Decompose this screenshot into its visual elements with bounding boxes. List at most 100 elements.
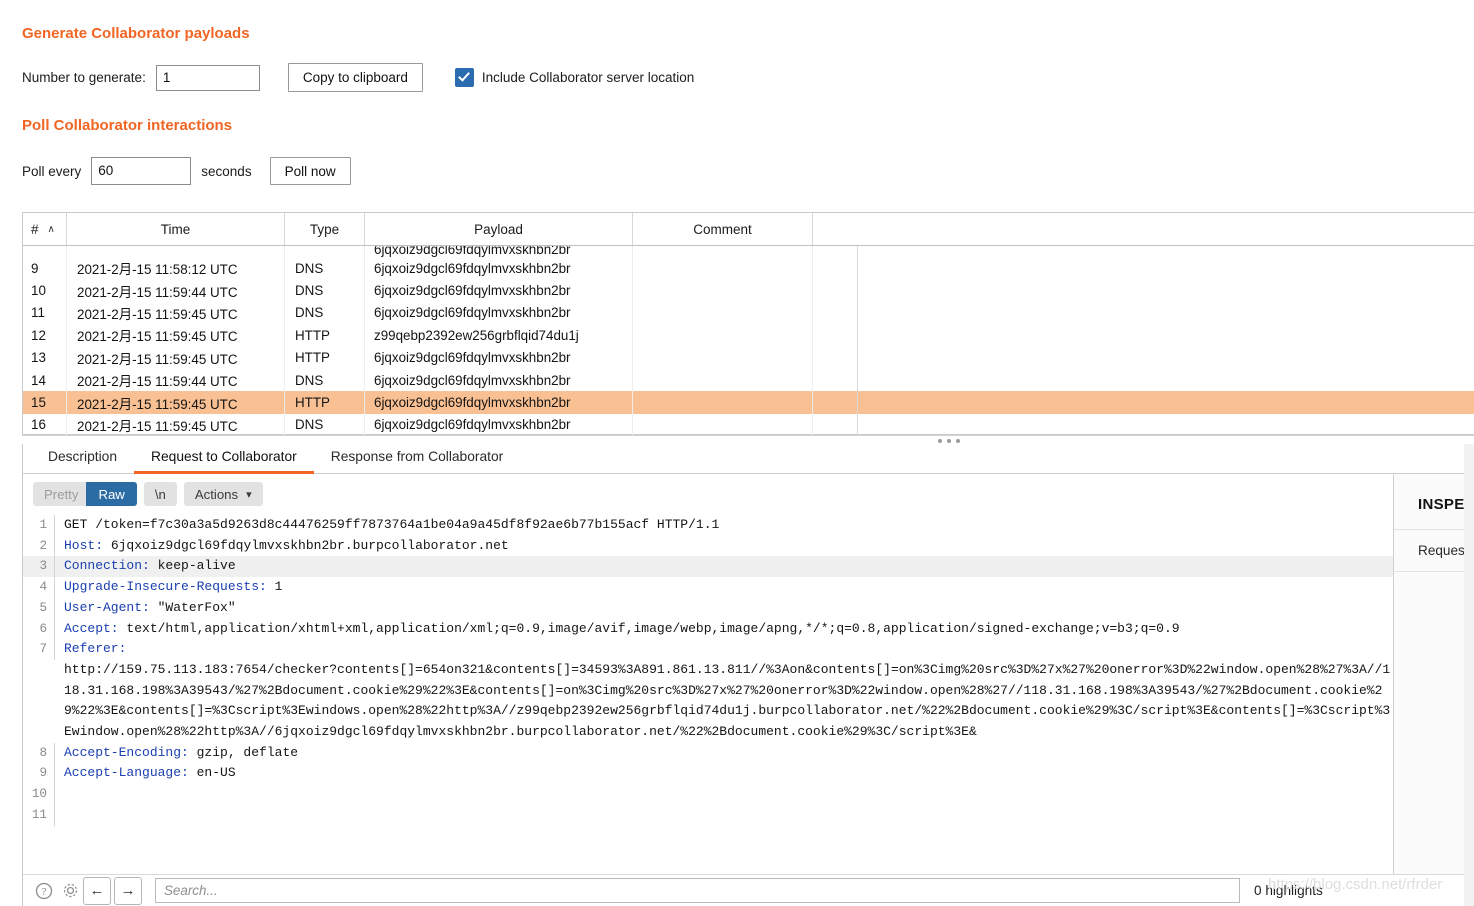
line-number: 3	[23, 556, 55, 578]
row-cell-number: 10	[23, 279, 67, 302]
row-cell-filler	[813, 369, 1474, 391]
gear-icon[interactable]	[57, 878, 83, 904]
row-cell-filler	[813, 324, 1474, 346]
poll-now-button[interactable]: Poll now	[269, 157, 351, 185]
row-cell-filler	[813, 414, 1474, 435]
table-row[interactable]: 11 2021-2月-15 11:59:45 UTC DNS 6jqxoiz9dgcl…	[23, 301, 1474, 325]
poll-every-input[interactable]	[91, 157, 192, 185]
header-name: Accept-Encoding:	[64, 744, 189, 760]
row-cell-comment	[633, 368, 813, 392]
splitter-grip-handle[interactable]	[938, 438, 978, 443]
forward-icon[interactable]: →	[114, 876, 142, 905]
include-server-location-checkbox[interactable]	[454, 68, 474, 87]
row-cell-payload: 6jqxoiz9dgcl69fdqylmvxskhbn2br	[365, 346, 633, 369]
tab-request-to-collaborator[interactable]: Request to Collaborator	[134, 449, 314, 474]
newline-button[interactable]: \n	[143, 482, 177, 506]
column-header-payload[interactable]: Payload	[365, 213, 633, 245]
code-line: 9 Accept-Language: en-US	[23, 763, 1393, 785]
code-line-text[interactable]: Referer: http://159.75.113.183:7654/chec…	[55, 639, 1393, 743]
table-header-row: # ∧ Time Type Payload Comment	[23, 213, 1474, 246]
table-row[interactable]: 12 2021-2月-15 11:59:45 UTC HTTP z99qebp2392…	[23, 324, 1474, 347]
line-number: 5	[23, 597, 55, 619]
table-row[interactable]: 15 2021-2月-15 11:59:45 UTC HTTP 6jqxoiz9dgc…	[23, 391, 1474, 414]
back-icon[interactable]: ←	[83, 876, 111, 905]
pretty-button[interactable]: Pretty	[33, 482, 87, 506]
tab-response-from-collaborator[interactable]: Response from Collaborator	[314, 449, 521, 474]
table-row[interactable]: 13 2021-2月-15 11:59:45 UTC HTTP 6jqxoiz9dgc…	[23, 346, 1474, 369]
header-name: Referer:	[64, 641, 127, 657]
request-editor: Pretty Raw \n Actions 1GET /token=f7c30a…	[23, 474, 1394, 874]
poll-seconds-label: seconds	[201, 163, 252, 179]
code-line-text[interactable]: User-Agent: ″WaterFox″	[55, 598, 1393, 619]
row-cell-comment	[633, 324, 813, 347]
code-line: 6 Accept: text/html,application/xhtml+xml…	[23, 618, 1393, 640]
table-row[interactable]: 9 2021-2月-15 11:58:12 UTC DNS 6jqxoiz9dgcl6…	[23, 257, 1474, 280]
row-cell-payload: 6jqxoiz9dgcl69fdqylmvxskhbn2br	[365, 391, 633, 414]
row-cell-comment	[633, 257, 813, 280]
line-number: 8	[23, 742, 55, 764]
inspector-request-headers-item[interactable]: Request H	[1394, 530, 1474, 572]
code-line-text[interactable]: Connection: keep-alive	[55, 556, 1393, 577]
row-cell-comment	[633, 279, 813, 302]
code-line: 10	[23, 784, 1393, 805]
row-cell-filler	[813, 391, 1474, 413]
row-cell-payload: 6jqxoiz9dgcl69fdqylmvxskhbn2br	[365, 413, 633, 435]
row-cell-comment	[633, 301, 813, 325]
row-cell-time: 2021-2月-15 11:59:45 UTC	[67, 391, 285, 414]
header-name: Host:	[64, 537, 104, 553]
code-line-text[interactable]: Accept: text/html,application/xhtml+xml,…	[55, 619, 1393, 640]
line-number: 1	[23, 515, 55, 536]
table-row[interactable]: 16 2021-2月-15 11:59:45 UTC DNS 6jqxoiz9dgcl…	[23, 413, 1474, 435]
row-cell-number: 11	[23, 301, 67, 325]
request-code-view[interactable]: 1 GET /token=f7c30a3a5d9263d8c44476259ff7…	[23, 513, 1393, 826]
row-cell-time: 2021-2月-15 11:59:45 UTC	[67, 301, 285, 325]
clipped-row-payload: 6jqxoiz9dgcl69fdqylmvxskhbn2br	[365, 246, 633, 257]
generate-section-title: Generate Collaborator payloads	[22, 25, 250, 42]
code-line: 7 Referer: http://159.75.113.183:7654/che…	[23, 639, 1393, 743]
code-line: 3 Connection: keep-alive	[23, 556, 1393, 578]
table-row-clipped[interactable]: 6jqxoiz9dgcl69fdqylmvxskhbn2br	[23, 246, 1474, 257]
search-input[interactable]	[155, 878, 1240, 903]
row-cell-type: DNS	[285, 279, 365, 302]
row-cell-type: HTTP	[285, 346, 365, 369]
table-row[interactable]: 14 2021-2月-15 11:59:44 UTC DNS 6jqxoiz9dgcl…	[23, 368, 1474, 392]
actions-button[interactable]: Actions	[183, 482, 263, 506]
column-header-number[interactable]: # ∧	[23, 213, 67, 245]
row-cell-number: 12	[23, 324, 67, 347]
right-scrollbar[interactable]	[1464, 444, 1474, 906]
header-name: Upgrade-Insecure-Requests:	[64, 579, 267, 595]
interactions-table: # ∧ Time Type Payload Comment 6jqxoiz9dg…	[22, 212, 1474, 435]
number-to-generate-input[interactable]	[155, 64, 260, 91]
row-cell-number: 9	[23, 257, 67, 280]
code-line-text[interactable]: Upgrade-Insecure-Requests: 1	[55, 577, 1393, 598]
column-header-time[interactable]: Time	[67, 213, 285, 245]
include-server-location-group[interactable]: Include Collaborator server location	[454, 68, 694, 87]
row-cell-time: 2021-2月-15 11:59:45 UTC	[67, 346, 285, 369]
code-line-text[interactable]: Accept-Encoding: gzip, deflate	[55, 743, 1393, 764]
editor-statusbar: ? ← → 0 highlights	[23, 874, 1474, 906]
row-cell-payload: 6jqxoiz9dgcl69fdqylmvxskhbn2br	[365, 257, 633, 280]
code-line-text[interactable]: GET /token=f7c30a3a5d9263d8c44476259ff78…	[55, 515, 1393, 536]
line-number: 11	[23, 804, 55, 826]
line-number: 9	[23, 763, 55, 785]
code-line-text[interactable]: Host: 6jqxoiz9dgcl69fdqylmvxskhbn2br.bur…	[55, 536, 1393, 557]
copy-to-clipboard-button[interactable]: Copy to clipboard	[287, 63, 423, 92]
table-body: 6jqxoiz9dgcl69fdqylmvxskhbn2br 9 2021-2月-…	[23, 246, 1474, 435]
svg-text:?: ?	[42, 886, 47, 898]
table-row[interactable]: 10 2021-2月-15 11:59:44 UTC DNS 6jqxoiz9dgcl…	[23, 279, 1474, 302]
raw-button[interactable]: Raw	[86, 482, 137, 506]
row-cell-payload: z99qebp2392ew256grbflqid74du1j	[365, 324, 633, 347]
row-cell-number: 15	[23, 391, 67, 414]
column-header-filler	[813, 213, 1474, 245]
column-header-type[interactable]: Type	[285, 213, 365, 245]
row-cell-time: 2021-2月-15 11:59:45 UTC	[67, 413, 285, 435]
column-header-comment[interactable]: Comment	[633, 213, 813, 245]
tab-description[interactable]: Description	[31, 449, 134, 474]
help-icon[interactable]: ?	[31, 878, 57, 904]
line-number: 6	[23, 618, 55, 640]
code-line-text[interactable]: Accept-Language: en-US	[55, 763, 1393, 784]
row-cell-type: HTTP	[285, 391, 365, 414]
row-cell-type: DNS	[285, 257, 365, 280]
inspector-panel: INSPECT Request H	[1394, 474, 1474, 874]
line-number: 10	[23, 784, 55, 805]
